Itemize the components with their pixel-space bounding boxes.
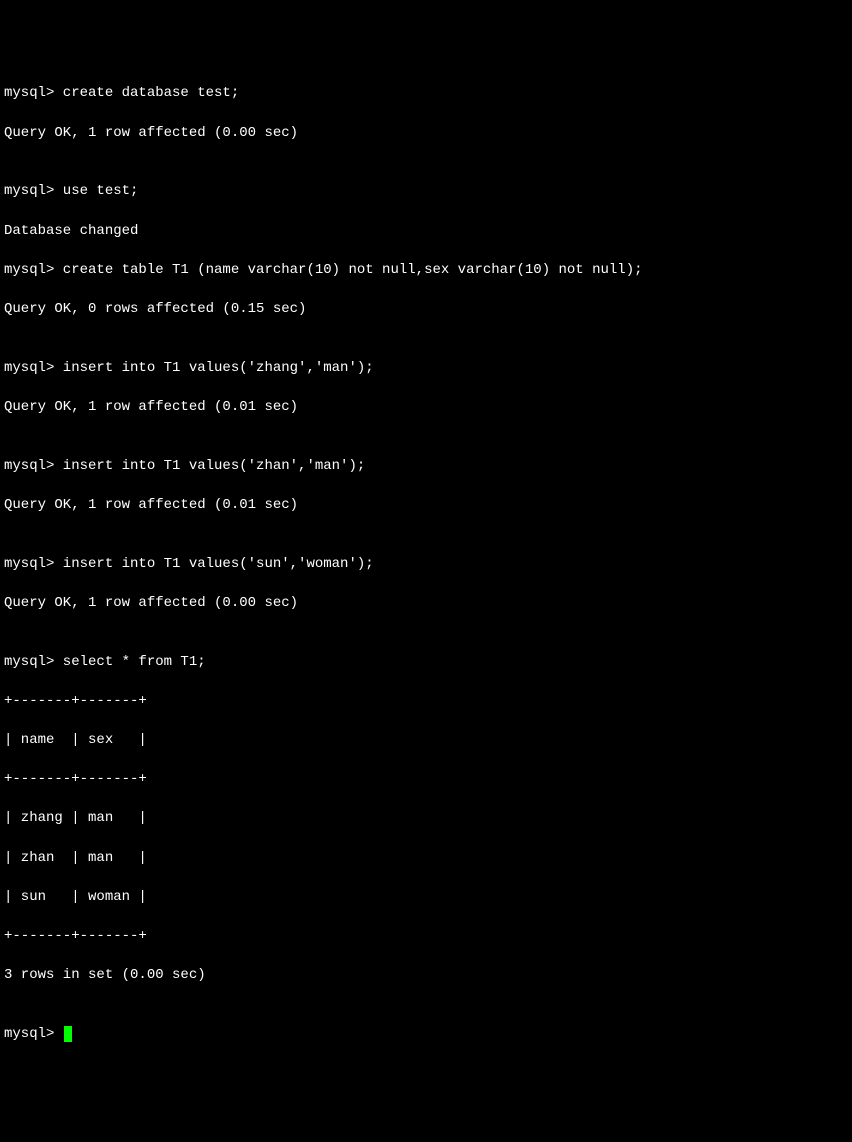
terminal-line: mysql> create database test; (4, 84, 848, 104)
terminal-line: Database changed (4, 222, 848, 242)
table-row: | zhan | man | (4, 849, 848, 869)
prompt-text: mysql> (4, 1026, 63, 1042)
table-border: +-------+-------+ (4, 770, 848, 790)
prompt-line[interactable]: mysql> (4, 1025, 848, 1045)
terminal-line: mysql> use test; (4, 182, 848, 202)
terminal-line: 3 rows in set (0.00 sec) (4, 966, 848, 986)
terminal-line: mysql> insert into T1 values('zhan','man… (4, 457, 848, 477)
table-header: | name | sex | (4, 731, 848, 751)
table-border: +-------+-------+ (4, 692, 848, 712)
table-row: | sun | woman | (4, 888, 848, 908)
terminal-line: mysql> insert into T1 values('zhang','ma… (4, 359, 848, 379)
terminal-line: Query OK, 1 row affected (0.00 sec) (4, 124, 848, 144)
table-border: +-------+-------+ (4, 927, 848, 947)
cursor-icon (64, 1026, 72, 1042)
terminal-line: mysql> create table T1 (name varchar(10)… (4, 261, 848, 281)
terminal-line: Query OK, 0 rows affected (0.15 sec) (4, 300, 848, 320)
table-row: | zhang | man | (4, 809, 848, 829)
terminal-line: Query OK, 1 row affected (0.01 sec) (4, 398, 848, 418)
terminal-line: Query OK, 1 row affected (0.00 sec) (4, 594, 848, 614)
terminal-line: mysql> select * from T1; (4, 653, 848, 673)
terminal-line: Query OK, 1 row affected (0.01 sec) (4, 496, 848, 516)
terminal-line: mysql> insert into T1 values('sun','woma… (4, 555, 848, 575)
